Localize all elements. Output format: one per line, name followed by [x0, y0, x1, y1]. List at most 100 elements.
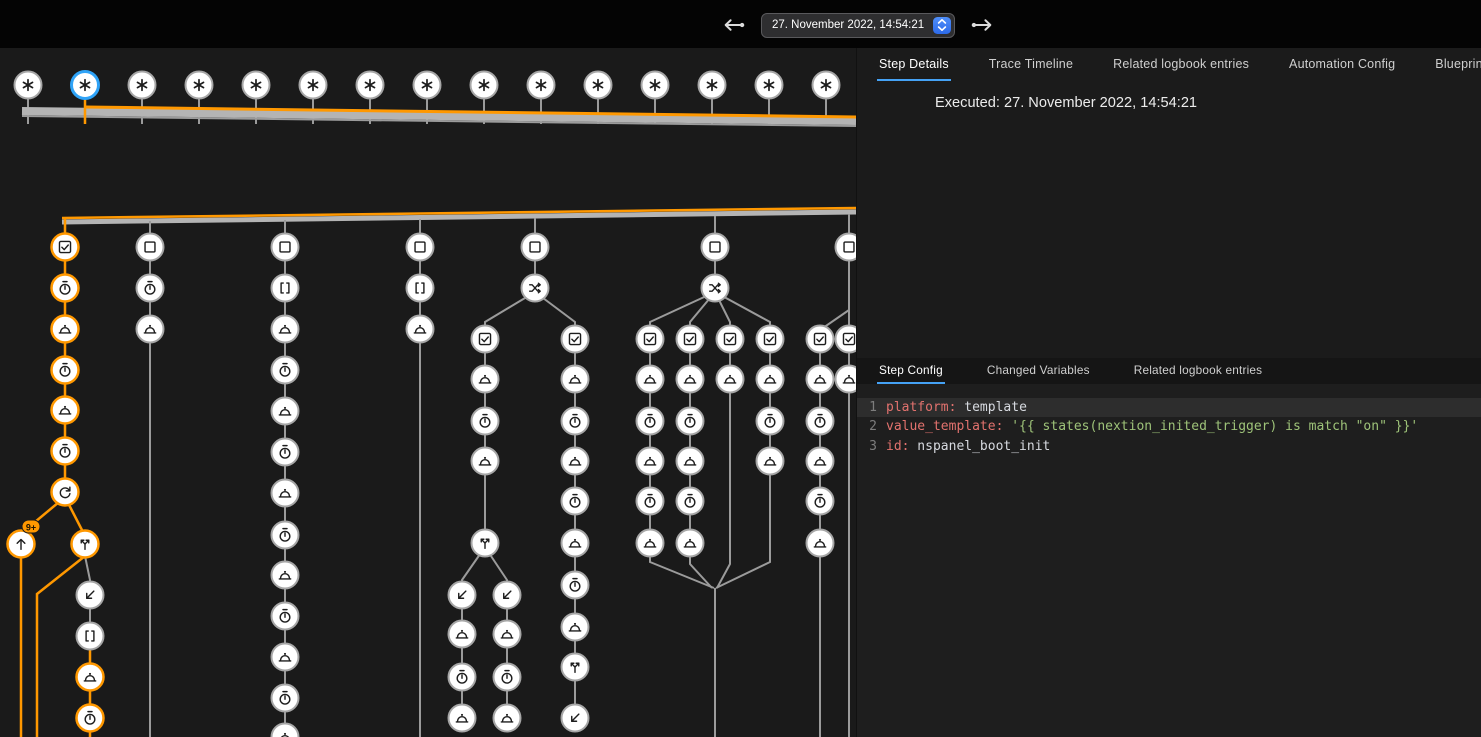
- delay-node[interactable]: [494, 664, 521, 691]
- delay-node[interactable]: [807, 488, 834, 515]
- checkbox-node[interactable]: [702, 234, 729, 261]
- condition-node[interactable]: [717, 326, 744, 353]
- delay-node[interactable]: [272, 685, 299, 712]
- choose-node[interactable]: [702, 275, 729, 302]
- arrow-bottom-left-node[interactable]: [77, 582, 104, 609]
- code-brackets-node[interactable]: [77, 623, 104, 650]
- next-trace-icon[interactable]: [970, 12, 996, 38]
- service-call-node[interactable]: [717, 366, 744, 393]
- service-call-node[interactable]: [562, 614, 589, 641]
- service-call-node[interactable]: [407, 316, 434, 343]
- trigger-node[interactable]: [756, 72, 783, 99]
- tab-blueprint-config[interactable]: Blueprint Config: [1433, 48, 1481, 81]
- service-call-node[interactable]: [757, 366, 784, 393]
- service-call-node[interactable]: [807, 366, 834, 393]
- delay-node[interactable]: [677, 488, 704, 515]
- step-config-code-editor[interactable]: 1platform: template2value_template: '{{ …: [857, 384, 1481, 737]
- trigger-node[interactable]: [528, 72, 555, 99]
- code-brackets-node[interactable]: [407, 275, 434, 302]
- service-call-node[interactable]: [562, 366, 589, 393]
- trigger-node[interactable]: [414, 72, 441, 99]
- trigger-node[interactable]: [243, 72, 270, 99]
- service-call-node[interactable]: [52, 316, 79, 343]
- delay-node[interactable]: [272, 357, 299, 384]
- checkbox-node[interactable]: [836, 234, 857, 261]
- service-call-node[interactable]: [272, 644, 299, 671]
- call-split-node[interactable]: [562, 654, 589, 681]
- delay-node[interactable]: [272, 603, 299, 630]
- tab-automation-config[interactable]: Automation Config: [1287, 48, 1397, 81]
- trace-datetime-select[interactable]: 27. November 2022, 14:54:21: [761, 13, 955, 38]
- delay-node[interactable]: [272, 439, 299, 466]
- delay-node[interactable]: [472, 408, 499, 435]
- trigger-node[interactable]: [357, 72, 384, 99]
- service-call-node[interactable]: [807, 530, 834, 557]
- service-call-node[interactable]: [807, 448, 834, 475]
- checkbox-node[interactable]: [272, 234, 299, 261]
- delay-node[interactable]: [637, 488, 664, 515]
- call-split-node[interactable]: [72, 531, 99, 558]
- condition-node[interactable]: [807, 326, 834, 353]
- trigger-node[interactable]: [129, 72, 156, 99]
- trigger-node[interactable]: [186, 72, 213, 99]
- trigger-node[interactable]: [471, 72, 498, 99]
- service-call-node[interactable]: [137, 316, 164, 343]
- service-call-node[interactable]: [637, 530, 664, 557]
- condition-node[interactable]: [677, 326, 704, 353]
- trigger-node[interactable]: [699, 72, 726, 99]
- service-call-node[interactable]: [472, 448, 499, 475]
- service-call-node[interactable]: [494, 705, 521, 732]
- delay-node[interactable]: [757, 408, 784, 435]
- arrow-bottom-left-node[interactable]: [562, 705, 589, 732]
- trigger-node[interactable]: [300, 72, 327, 99]
- condition-node[interactable]: [637, 326, 664, 353]
- trigger-node[interactable]: [642, 72, 669, 99]
- condition-node[interactable]: [757, 326, 784, 353]
- service-call-node[interactable]: [562, 448, 589, 475]
- delay-node[interactable]: [77, 705, 104, 732]
- service-call-node[interactable]: [77, 664, 104, 691]
- arrow-bottom-left-node[interactable]: [494, 582, 521, 609]
- service-call-node[interactable]: [272, 562, 299, 589]
- delay-node[interactable]: [52, 357, 79, 384]
- condition-node[interactable]: [836, 326, 857, 353]
- trigger-node[interactable]: [15, 72, 42, 99]
- tab-step-config[interactable]: Step Config: [877, 358, 945, 384]
- service-call-node[interactable]: [836, 366, 857, 393]
- service-call-node[interactable]: [449, 705, 476, 732]
- trigger-node[interactable]: [813, 72, 840, 99]
- checkbox-node[interactable]: [137, 234, 164, 261]
- delay-node[interactable]: [637, 408, 664, 435]
- service-call-node[interactable]: [272, 480, 299, 507]
- tab-related-logbook-entries[interactable]: Related logbook entries: [1111, 48, 1251, 81]
- condition-node[interactable]: [472, 326, 499, 353]
- service-call-node[interactable]: [677, 530, 704, 557]
- service-call-node[interactable]: [677, 366, 704, 393]
- choose-node[interactable]: [522, 275, 549, 302]
- delay-node[interactable]: [562, 572, 589, 599]
- delay-node[interactable]: [449, 664, 476, 691]
- service-call-node[interactable]: [272, 316, 299, 343]
- tab-related-logbook-entries[interactable]: Related logbook entries: [1132, 358, 1265, 384]
- service-call-node[interactable]: [562, 530, 589, 557]
- service-call-node[interactable]: [449, 621, 476, 648]
- delay-node[interactable]: [137, 275, 164, 302]
- service-call-node[interactable]: [637, 366, 664, 393]
- service-call-node[interactable]: [52, 397, 79, 424]
- delay-node[interactable]: [562, 408, 589, 435]
- trigger-node[interactable]: [585, 72, 612, 99]
- arrow-bottom-left-node[interactable]: [449, 582, 476, 609]
- repeat-node[interactable]: [52, 479, 79, 506]
- service-call-node[interactable]: [272, 398, 299, 425]
- tab-changed-variables[interactable]: Changed Variables: [985, 358, 1092, 384]
- service-call-node[interactable]: [272, 724, 299, 737]
- service-call-node[interactable]: [472, 366, 499, 393]
- tab-trace-timeline[interactable]: Trace Timeline: [987, 48, 1075, 81]
- delay-node[interactable]: [562, 488, 589, 515]
- service-call-node[interactable]: [494, 621, 521, 648]
- condition-node[interactable]: [562, 326, 589, 353]
- delay-node[interactable]: [52, 438, 79, 465]
- arrow-up-node[interactable]: [8, 531, 35, 558]
- condition-node[interactable]: [52, 234, 79, 261]
- checkbox-node[interactable]: [522, 234, 549, 261]
